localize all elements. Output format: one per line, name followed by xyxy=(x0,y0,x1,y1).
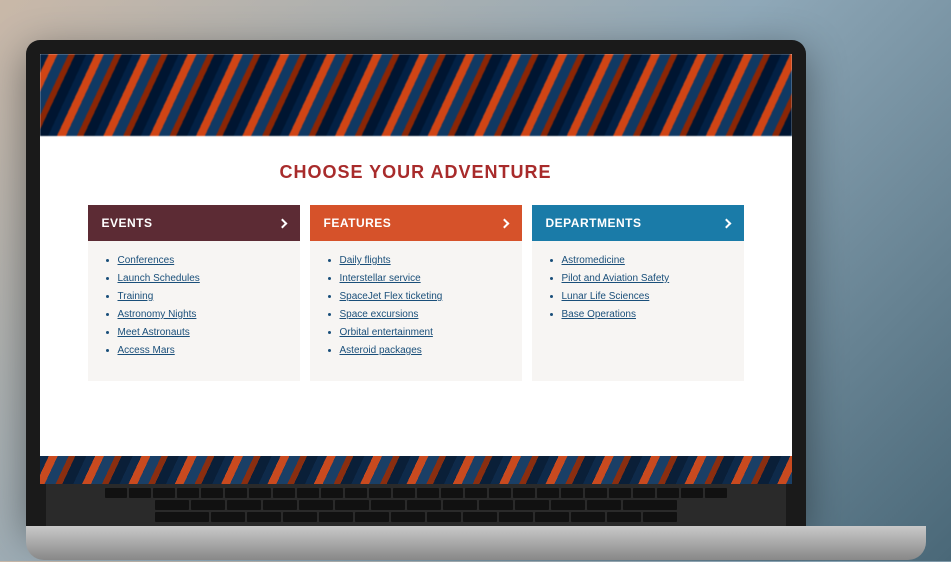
hero-banner xyxy=(40,54,792,136)
link-lunar-life-sciences[interactable]: Lunar Life Sciences xyxy=(562,291,650,302)
list-item: Asteroid packages xyxy=(340,345,514,356)
link-conferences[interactable]: Conferences xyxy=(118,255,175,266)
card-title: FEATURES xyxy=(324,216,392,230)
list-item: Astromedicine xyxy=(562,255,736,266)
card-title: DEPARTMENTS xyxy=(546,216,642,230)
link-access-mars[interactable]: Access Mars xyxy=(118,345,175,356)
list-item: Astronomy Nights xyxy=(118,309,292,320)
list-item: Conferences xyxy=(118,255,292,266)
link-orbital-entertainment[interactable]: Orbital entertainment xyxy=(340,327,433,338)
link-training[interactable]: Training xyxy=(118,291,154,302)
card-body: Astromedicine Pilot and Aviation Safety … xyxy=(532,241,744,345)
list-item: Orbital entertainment xyxy=(340,327,514,338)
list-item: Training xyxy=(118,291,292,302)
footer-banner xyxy=(40,456,792,484)
list-item: SpaceJet Flex ticketing xyxy=(340,291,514,302)
card-body: Conferences Launch Schedules Training As… xyxy=(88,241,300,381)
laptop-frame: CHOOSE YOUR ADVENTURE EVENTS Conferences… xyxy=(26,40,806,528)
list-item: Space excursions xyxy=(340,309,514,320)
card-header-departments[interactable]: DEPARTMENTS xyxy=(532,205,744,241)
card-body: Daily flights Interstellar service Space… xyxy=(310,241,522,381)
chevron-right-icon xyxy=(721,218,731,228)
card-features: FEATURES Daily flights Interstellar serv… xyxy=(310,205,522,381)
link-list: Conferences Launch Schedules Training As… xyxy=(96,255,292,356)
card-row: EVENTS Conferences Launch Schedules Trai… xyxy=(80,205,752,381)
list-item: Launch Schedules xyxy=(118,273,292,284)
card-header-events[interactable]: EVENTS xyxy=(88,205,300,241)
card-events: EVENTS Conferences Launch Schedules Trai… xyxy=(88,205,300,381)
list-item: Meet Astronauts xyxy=(118,327,292,338)
link-launch-schedules[interactable]: Launch Schedules xyxy=(118,273,200,284)
link-pilot-safety[interactable]: Pilot and Aviation Safety xyxy=(562,273,670,284)
screen: CHOOSE YOUR ADVENTURE EVENTS Conferences… xyxy=(40,54,792,484)
chevron-right-icon xyxy=(277,218,287,228)
link-spacejet-flex[interactable]: SpaceJet Flex ticketing xyxy=(340,291,443,302)
link-list: Astromedicine Pilot and Aviation Safety … xyxy=(540,255,736,320)
link-astromedicine[interactable]: Astromedicine xyxy=(562,255,625,266)
list-item: Base Operations xyxy=(562,309,736,320)
list-item: Daily flights xyxy=(340,255,514,266)
list-item: Interstellar service xyxy=(340,273,514,284)
link-base-operations[interactable]: Base Operations xyxy=(562,309,637,320)
link-astronomy-nights[interactable]: Astronomy Nights xyxy=(118,309,197,320)
list-item: Lunar Life Sciences xyxy=(562,291,736,302)
keyboard xyxy=(46,484,786,528)
card-header-features[interactable]: FEATURES xyxy=(310,205,522,241)
link-space-excursions[interactable]: Space excursions xyxy=(340,309,419,320)
card-title: EVENTS xyxy=(102,216,153,230)
link-meet-astronauts[interactable]: Meet Astronauts xyxy=(118,327,190,338)
page-title: CHOOSE YOUR ADVENTURE xyxy=(80,162,752,183)
list-item: Pilot and Aviation Safety xyxy=(562,273,736,284)
link-interstellar-service[interactable]: Interstellar service xyxy=(340,273,421,284)
link-list: Daily flights Interstellar service Space… xyxy=(318,255,514,356)
laptop-base xyxy=(26,526,926,560)
card-departments: DEPARTMENTS Astromedicine Pilot and Avia… xyxy=(532,205,744,381)
list-item: Access Mars xyxy=(118,345,292,356)
chevron-right-icon xyxy=(499,218,509,228)
link-daily-flights[interactable]: Daily flights xyxy=(340,255,391,266)
content-area: CHOOSE YOUR ADVENTURE EVENTS Conferences… xyxy=(40,136,792,411)
link-asteroid-packages[interactable]: Asteroid packages xyxy=(340,345,422,356)
